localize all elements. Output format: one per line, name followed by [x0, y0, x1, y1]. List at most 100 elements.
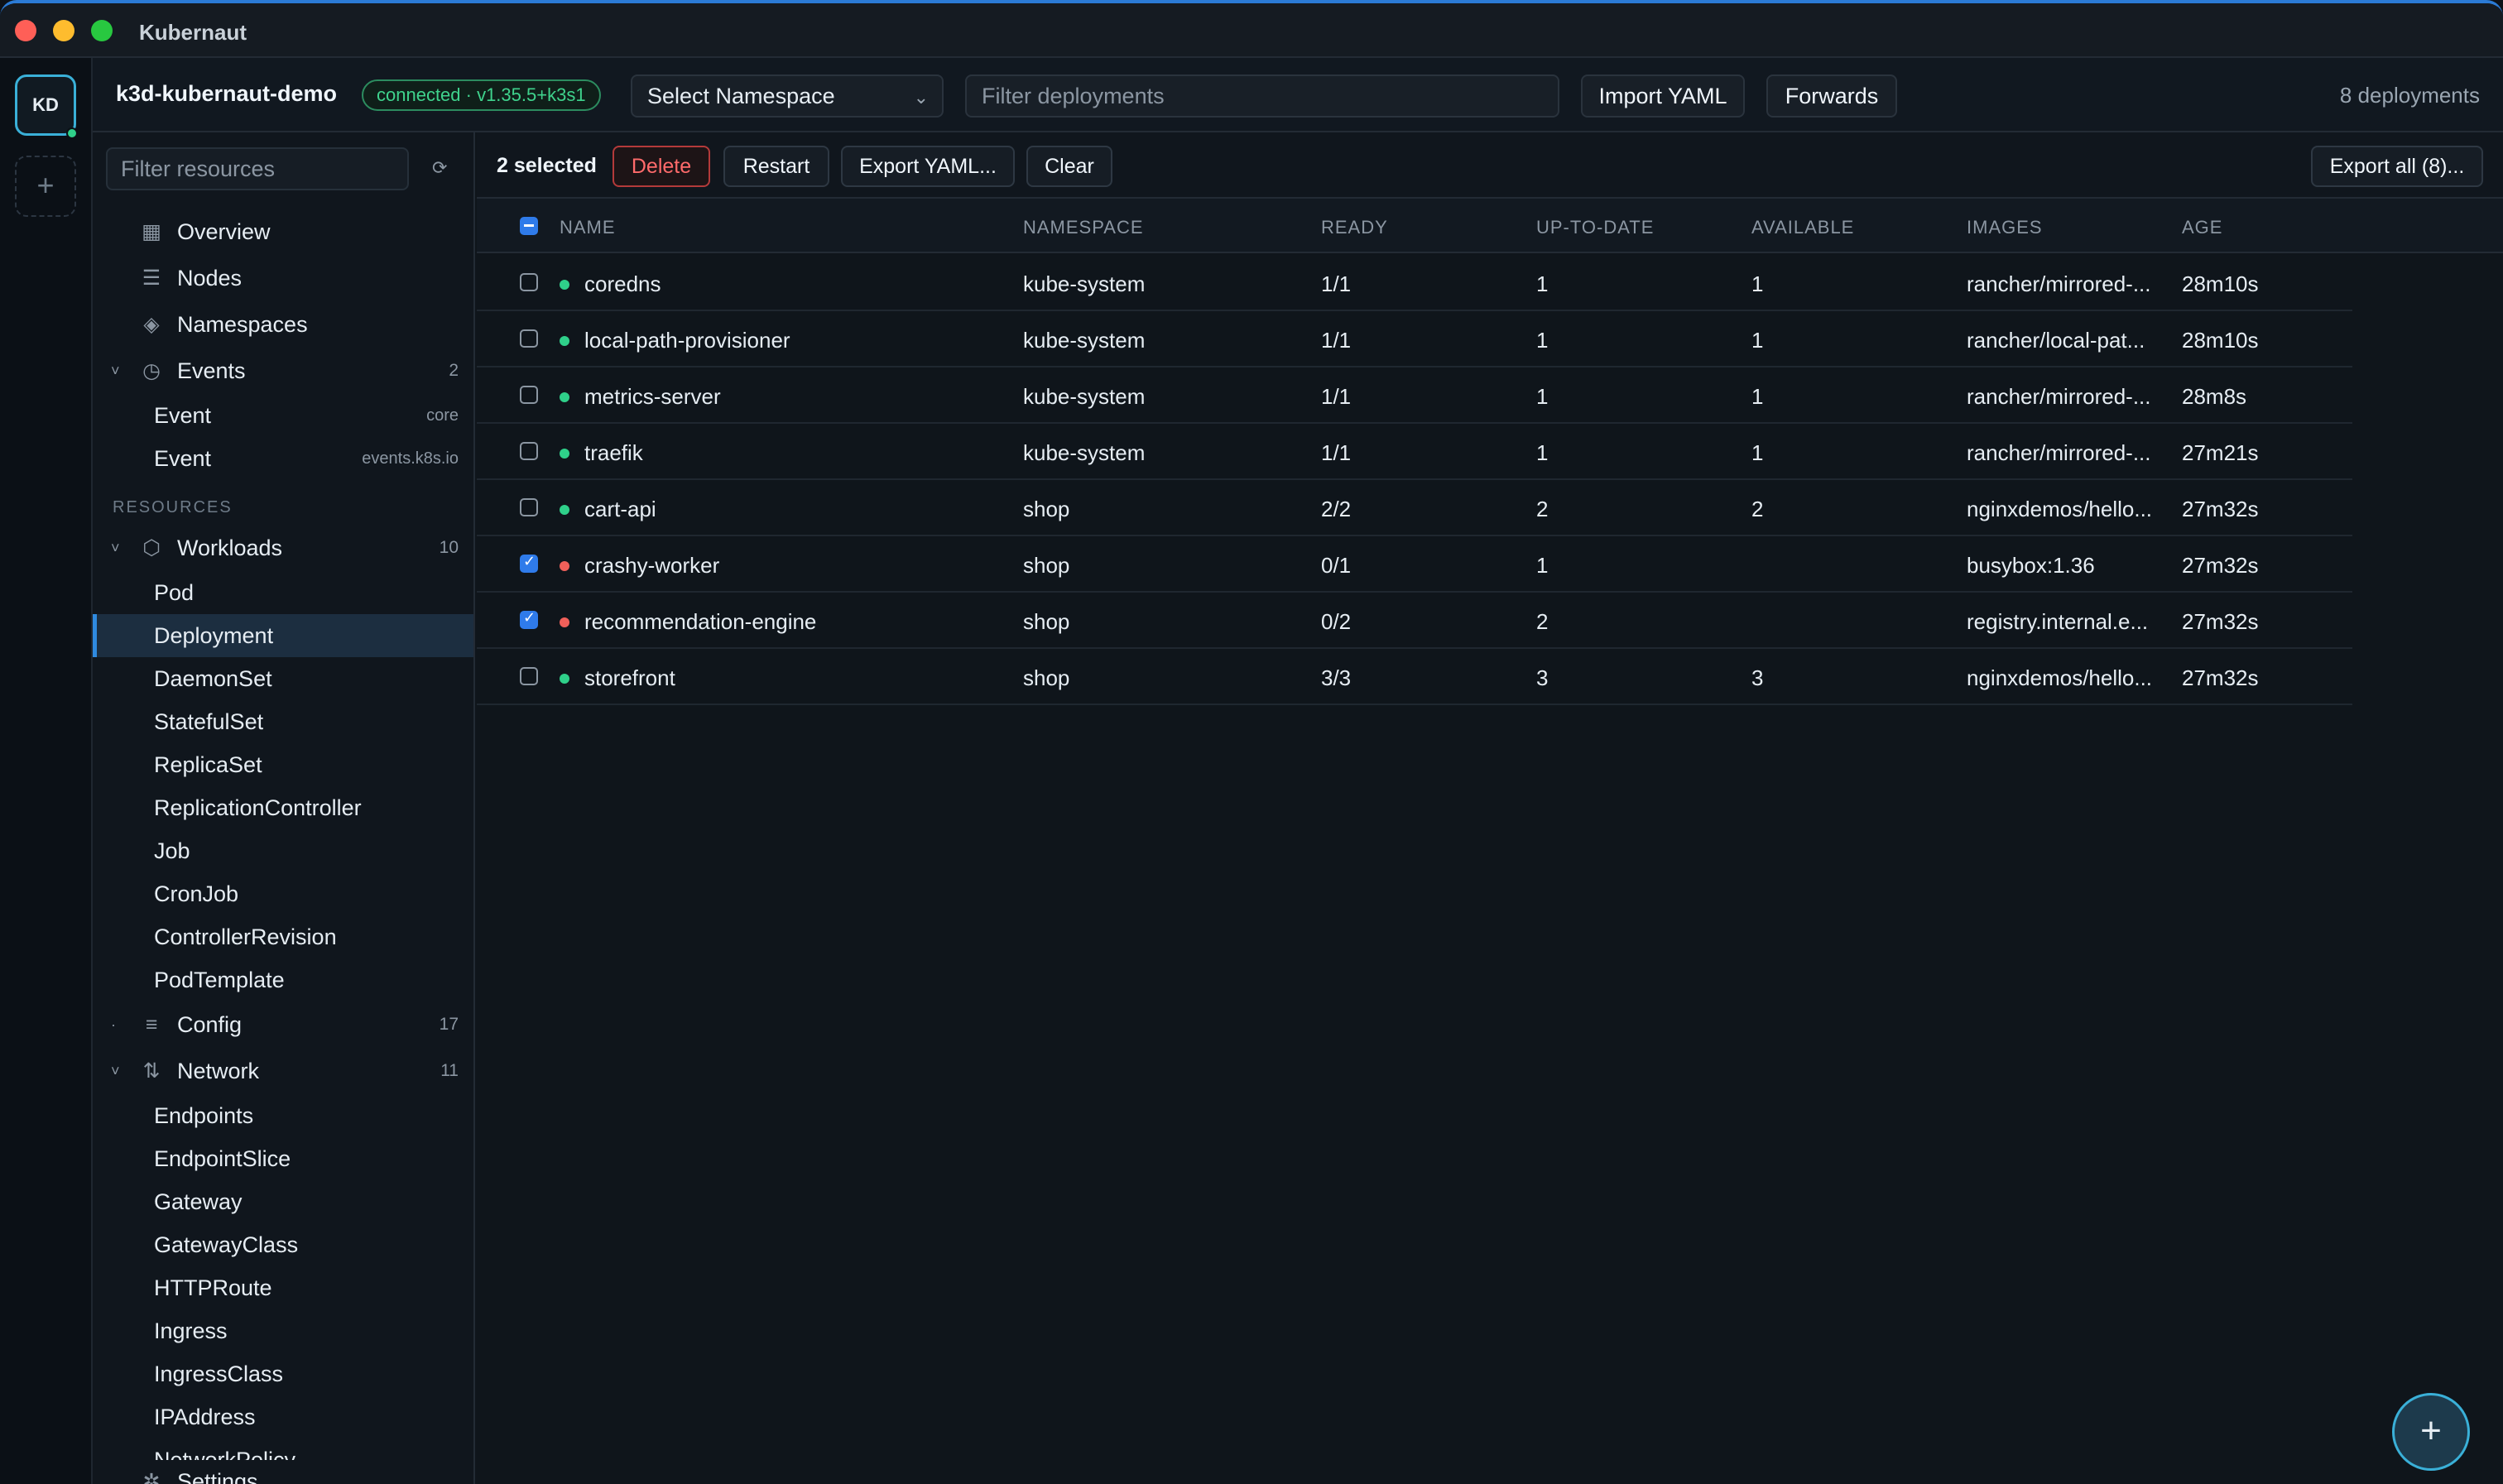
sidebar-item-controllerrevision[interactable]: ControllerRevision [93, 915, 473, 958]
sidebar-group-network[interactable]: ˅ ⇅ Network 11 [93, 1049, 473, 1093]
table-row[interactable]: metrics-server kube-system 1/1 1 1 rancher/mi… [477, 367, 2352, 424]
column-header-up-to-date[interactable]: UP-TO-DATE [1536, 217, 1654, 238]
sidebar-item-label: Network [177, 1059, 260, 1083]
cluster-kd-button[interactable]: KD [15, 74, 76, 136]
sidebar-item-daemonset[interactable]: DaemonSet [93, 657, 473, 700]
sidebar-group-config[interactable]: · ≡ Config 17 [93, 1003, 473, 1046]
add-resource-button[interactable]: + [2392, 1393, 2470, 1471]
add-cluster-button[interactable]: + [15, 156, 76, 217]
row-checkbox[interactable] [520, 667, 538, 685]
cell-name[interactable]: cart-api [584, 497, 656, 522]
table-row[interactable]: cart-api shop 2/2 2 2 nginxdemos/hello... 27m3… [477, 480, 2352, 536]
cell-name[interactable]: metrics-server [584, 384, 721, 410]
sidebar-item-endpointslice[interactable]: EndpointSlice [93, 1137, 473, 1180]
cell-name[interactable]: traefik [584, 440, 643, 466]
cell-age: 28m10s [2182, 328, 2259, 353]
row-checkbox[interactable] [520, 386, 538, 404]
sidebar-item-ipaddress[interactable]: IPAddress [93, 1395, 473, 1438]
column-header-available[interactable]: AVAILABLE [1751, 217, 1854, 238]
sidebar-item-nodes[interactable]: ☰ Nodes [93, 257, 473, 300]
status-dot [560, 336, 569, 346]
sidebar-item-ingress[interactable]: Ingress [93, 1309, 473, 1352]
sidebar-item-label: Event [154, 403, 212, 428]
forwards-button[interactable]: Forwards [1766, 74, 1897, 118]
namespace-select[interactable]: Select Namespace ⌄ [631, 74, 944, 118]
sidebar-item-label: PodTemplate [154, 968, 285, 992]
table-row[interactable]: recommendation-engine shop 0/2 2 registry.in… [477, 593, 2352, 649]
select-all-checkbox[interactable] [520, 217, 538, 235]
table-row[interactable]: storefront shop 3/3 3 3 nginxdemos/hello... 27… [477, 649, 2352, 705]
cell-up-to-date: 1 [1536, 384, 1549, 409]
minimize-window-button[interactable] [53, 20, 74, 41]
chevron-down-icon: ⌄ [913, 87, 929, 108]
table-row[interactable]: coredns kube-system 1/1 1 1 rancher/mirrored-… [477, 255, 2352, 311]
sidebar-item-job[interactable]: Job [93, 829, 473, 872]
sidebar-item-deployment[interactable]: Deployment [93, 614, 473, 657]
window-title: Kubernaut [139, 20, 247, 45]
table-row[interactable]: local-path-provisioner kube-system 1/1 1 1 ra… [477, 311, 2352, 367]
cell-images: registry.internal.e... [1967, 609, 2149, 634]
row-checkbox[interactable] [520, 553, 538, 573]
sidebar-item-pod[interactable]: Pod [93, 571, 473, 614]
filter-deployments-input[interactable] [965, 74, 1559, 118]
cell-name[interactable]: recommendation-engine [584, 609, 816, 635]
cell-namespace: kube-system [1023, 384, 1146, 409]
column-header-namespace[interactable]: NAMESPACE [1023, 217, 1144, 238]
table-row[interactable]: crashy-worker shop 0/1 1 busybox:1.36 27m32s [477, 536, 2352, 593]
sidebar-item-gatewayclass[interactable]: GatewayClass [93, 1223, 473, 1266]
cell-name[interactable]: coredns [584, 271, 661, 297]
sidebar-item-settings[interactable]: ✲ Settings [93, 1460, 473, 1484]
sidebar-item-label: Event [154, 446, 212, 471]
row-checkbox[interactable] [520, 609, 538, 629]
cell-available: 1 [1751, 271, 1764, 296]
column-header-age[interactable]: AGE [2182, 217, 2222, 238]
sidebar-item-gateway[interactable]: Gateway [93, 1180, 473, 1223]
sidebar-item-label: DaemonSet [154, 666, 272, 691]
cell-name[interactable]: storefront [584, 665, 675, 691]
import-yaml-button[interactable]: Import YAML [1581, 74, 1745, 118]
cell-up-to-date: 2 [1536, 497, 1549, 521]
row-checkbox[interactable] [520, 273, 538, 291]
refresh-icon[interactable]: ⟳ [432, 157, 447, 179]
sidebar-item-cronjob[interactable]: CronJob [93, 872, 473, 915]
sidebar-item-label: ReplicationController [154, 795, 362, 820]
sidebar-group-workloads[interactable]: ˅ ⬡ Workloads 10 [93, 526, 473, 569]
sidebar-item-ingressclass[interactable]: IngressClass [93, 1352, 473, 1395]
cell-name[interactable]: crashy-worker [584, 553, 719, 579]
sidebar-item-label: Config [177, 1012, 243, 1037]
sidebar-item-event-core[interactable]: Event core [93, 394, 473, 437]
row-checkbox[interactable] [520, 498, 538, 516]
sidebar-item-httproute[interactable]: HTTPRoute [93, 1266, 473, 1309]
sidebar-item-statefulset[interactable]: StatefulSet [93, 700, 473, 743]
sidebar-item-label: GatewayClass [154, 1232, 299, 1257]
column-header-ready[interactable]: READY [1321, 217, 1388, 238]
sidebar-item-event-events-k8s-io[interactable]: Event events.k8s.io [93, 437, 473, 480]
restart-button[interactable]: Restart [723, 146, 829, 187]
export-all-button[interactable]: Export all (8)... [2311, 146, 2483, 187]
row-checkbox[interactable] [520, 329, 538, 348]
clear-selection-button[interactable]: Clear [1026, 146, 1112, 187]
close-window-button[interactable] [15, 20, 36, 41]
column-header-images[interactable]: IMAGES [1967, 217, 2043, 238]
cell-namespace: shop [1023, 497, 1070, 521]
sidebar-group-events[interactable]: ˅ ◷ Events 2 [93, 349, 473, 392]
export-yaml-button[interactable]: Export YAML... [841, 146, 1015, 187]
sidebar-item-namespaces[interactable]: ◈ Namespaces [93, 303, 473, 346]
cell-age: 28m10s [2182, 271, 2259, 296]
sidebar-item-label: Deployment [154, 623, 274, 648]
sidebar-item-label: Events [177, 358, 246, 383]
sidebar-item-replicationcontroller[interactable]: ReplicationController [93, 786, 473, 829]
sidebar-item-podtemplate[interactable]: PodTemplate [93, 958, 473, 1001]
row-checkbox[interactable] [520, 442, 538, 460]
maximize-window-button[interactable] [91, 20, 113, 41]
delete-button[interactable]: Delete [613, 146, 710, 187]
column-header-name[interactable]: NAME [560, 217, 616, 238]
sidebar-item-replicaset[interactable]: ReplicaSet [93, 743, 473, 786]
sidebar-item-label: Gateway [154, 1189, 243, 1214]
cell-name[interactable]: local-path-provisioner [584, 328, 790, 353]
sidebar-item-endpoints[interactable]: Endpoints [93, 1094, 473, 1137]
table-row[interactable]: traefik kube-system 1/1 1 1 rancher/mirrored-… [477, 424, 2352, 480]
sidebar-item-label: Workloads [177, 535, 283, 560]
filter-resources-input[interactable] [106, 147, 409, 190]
sidebar-item-overview[interactable]: ▦ Overview [93, 210, 473, 253]
